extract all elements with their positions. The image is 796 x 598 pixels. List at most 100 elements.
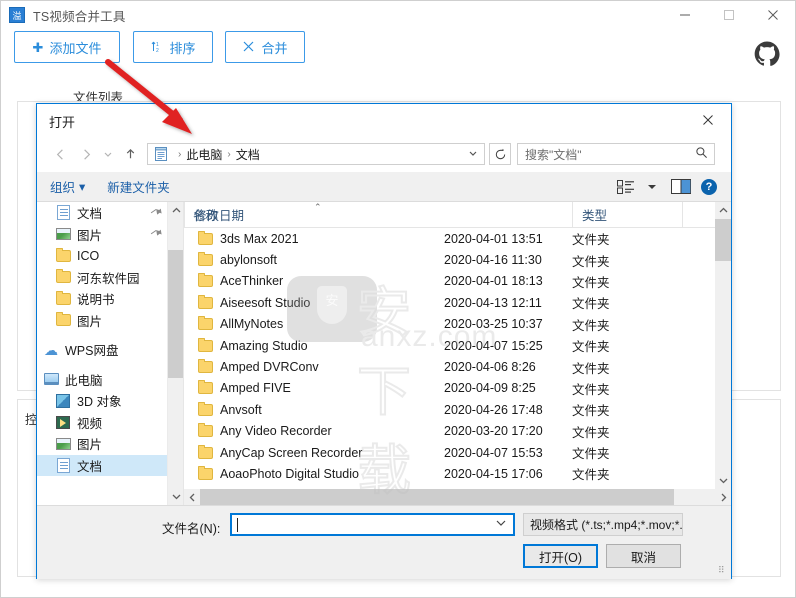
resize-grip-icon[interactable]: ⠿ — [718, 566, 728, 576]
table-row[interactable]: Amazing Studio 2020-04-07 15:25 文件夹 — [184, 335, 731, 356]
table-row[interactable]: AceThinker 2020-04-01 18:13 文件夹 — [184, 271, 731, 292]
list-scroll-left-icon[interactable] — [184, 489, 200, 505]
view-dropdown-icon[interactable] — [643, 175, 661, 199]
file-type-cell: 文件夹 — [572, 468, 610, 483]
up-icon[interactable] — [117, 141, 143, 167]
breadcrumb-part-pc[interactable]: 此电脑 — [186, 146, 222, 163]
folder-icon — [197, 444, 213, 459]
folder-icon — [197, 401, 213, 416]
new-folder-button[interactable]: 新建文件夹 — [107, 177, 170, 196]
maximize-button[interactable] — [707, 1, 751, 29]
tree-item[interactable]: 3D 对象 — [37, 390, 168, 412]
merge-button[interactable]: 合并 — [225, 31, 305, 63]
folder-icon — [197, 465, 213, 480]
tree-scrollbar-thumb[interactable] — [168, 250, 183, 378]
refresh-button[interactable] — [489, 143, 511, 165]
table-row[interactable]: 3ds Max 2021 2020-04-01 13:51 文件夹 — [184, 228, 731, 249]
tree-item[interactable]: 此电脑 — [37, 369, 168, 391]
tree-item[interactable]: 图片 — [37, 310, 168, 332]
forward-icon[interactable] — [73, 141, 99, 167]
sort-ascending-icon: ⌃ — [314, 202, 322, 212]
folder-icon — [197, 423, 213, 438]
search-input[interactable]: 搜索"文档" — [525, 146, 695, 163]
dialog-footer: 文件名(N): 视频格式 (*.ts;*.mp4;*.mov;*.a 打开(O)… — [37, 505, 731, 579]
sort-label: 排序 — [169, 40, 196, 56]
dialog-close-button[interactable] — [687, 106, 729, 134]
text-caret — [237, 517, 238, 532]
cloud-icon: ☁ — [44, 341, 58, 358]
horizontal-scrollbar-thumb[interactable] — [200, 489, 674, 505]
tree-scroll-up-icon[interactable] — [168, 202, 183, 219]
list-scroll-up-icon[interactable] — [715, 202, 731, 219]
file-name-cell: Aiseesoft Studio — [220, 295, 311, 310]
view-list-icon[interactable] — [609, 175, 643, 199]
list-scroll-down-icon[interactable] — [715, 472, 731, 489]
tree-item-label: 视频 — [77, 416, 103, 431]
app-title: TS视频合并工具 — [33, 9, 126, 24]
tree-item-label: 图片 — [77, 438, 103, 453]
cancel-button[interactable]: 取消 — [606, 544, 681, 568]
tree-item[interactable]: ICO — [37, 245, 168, 267]
tree-item[interactable]: 河东软件园 — [37, 267, 168, 289]
file-type-cell: 文件夹 — [572, 425, 610, 440]
breadcrumb-part-documents[interactable]: 文档 — [236, 146, 260, 163]
tree-vertical-scrollbar[interactable] — [167, 202, 183, 505]
table-row[interactable]: Any Video Recorder 2020-03-20 17:20 文件夹 — [184, 421, 731, 442]
folder-icon — [197, 359, 213, 374]
tree-item[interactable]: 视频 — [37, 412, 168, 434]
filename-input[interactable] — [230, 513, 515, 536]
tree-item-label: 文档 — [77, 207, 103, 222]
breadcrumb[interactable]: › 此电脑 › 文档 — [147, 143, 485, 165]
github-icon[interactable] — [754, 41, 780, 67]
preview-pane-icon[interactable] — [661, 175, 701, 199]
tree-item[interactable]: 说明书 — [37, 288, 168, 310]
tree-item[interactable]: 图片 — [37, 433, 168, 455]
tree-item-label: ICO — [77, 248, 100, 263]
file-type-filter[interactable]: 视频格式 (*.ts;*.mp4;*.mov;*.a — [523, 513, 683, 536]
chevron-down-icon[interactable] — [468, 148, 478, 161]
list-horizontal-scrollbar[interactable] — [184, 489, 731, 505]
plus-icon: ✚ — [32, 39, 44, 55]
file-date-cell: 2020-04-09 8:25 — [444, 381, 536, 396]
pin-icon[interactable] — [148, 225, 165, 243]
help-button[interactable]: ? — [701, 178, 717, 195]
table-row[interactable]: AoaoPhoto Digital Studio 2020-04-15 17:06… — [184, 463, 731, 484]
tree-item[interactable]: 文档 — [37, 454, 168, 476]
file-date-cell: 2020-04-15 17:06 — [444, 466, 543, 481]
sort-button[interactable]: 12 排序 — [133, 31, 213, 63]
chevron-down-icon[interactable] — [496, 519, 506, 530]
close-button[interactable] — [751, 1, 795, 29]
breadcrumb-separator-1: › — [178, 148, 182, 160]
tree-item[interactable]: ☁ WPS网盘 — [37, 339, 168, 361]
search-icon — [695, 146, 708, 162]
table-row[interactable]: Anvsoft 2020-04-26 17:48 文件夹 — [184, 399, 731, 420]
list-scrollbar-thumb[interactable] — [715, 219, 731, 261]
column-header-type[interactable]: 类型 — [572, 202, 682, 227]
table-row[interactable]: Amped DVRConv 2020-04-06 8:26 文件夹 — [184, 356, 731, 377]
file-name-cell: AceThinker — [220, 274, 284, 289]
table-row[interactable]: Aiseesoft Studio 2020-04-13 12:11 文件夹 — [184, 292, 731, 313]
recent-locations-icon[interactable] — [99, 141, 117, 167]
list-vertical-scrollbar[interactable] — [715, 202, 731, 505]
dialog-title: 打开 — [49, 115, 76, 130]
folder-icon — [197, 294, 213, 309]
file-name-cell: AllMyNotes — [220, 317, 284, 332]
search-box[interactable]: 搜索"文档" — [517, 143, 715, 165]
file-type-cell: 文件夹 — [572, 447, 610, 462]
tree-item[interactable]: 图片 — [37, 224, 168, 246]
minimize-button[interactable] — [663, 1, 707, 29]
table-row[interactable]: abylonsoft 2020-04-16 11:30 文件夹 — [184, 249, 731, 270]
table-row[interactable]: AnyCap Screen Recorder 2020-04-07 15:53 文件… — [184, 442, 731, 463]
table-row[interactable]: AllMyNotes 2020-03-25 10:37 文件夹 — [184, 314, 731, 335]
file-type-cell: 文件夹 — [572, 275, 610, 290]
tree-scroll-down-icon[interactable] — [168, 488, 183, 505]
tree-item[interactable]: 文档 — [37, 202, 168, 224]
organize-menu[interactable]: 组织 ▾ — [50, 177, 85, 196]
back-icon[interactable] — [47, 141, 73, 167]
table-row[interactable]: Amped FIVE 2020-04-09 8:25 文件夹 — [184, 378, 731, 399]
pin-icon[interactable] — [148, 204, 165, 222]
column-header-date[interactable]: 修改日期 — [184, 202, 312, 227]
list-scroll-right-icon[interactable] — [715, 489, 731, 505]
open-button[interactable]: 打开(O) — [523, 544, 598, 568]
add-file-button[interactable]: ✚ 添加文件 — [14, 31, 120, 63]
